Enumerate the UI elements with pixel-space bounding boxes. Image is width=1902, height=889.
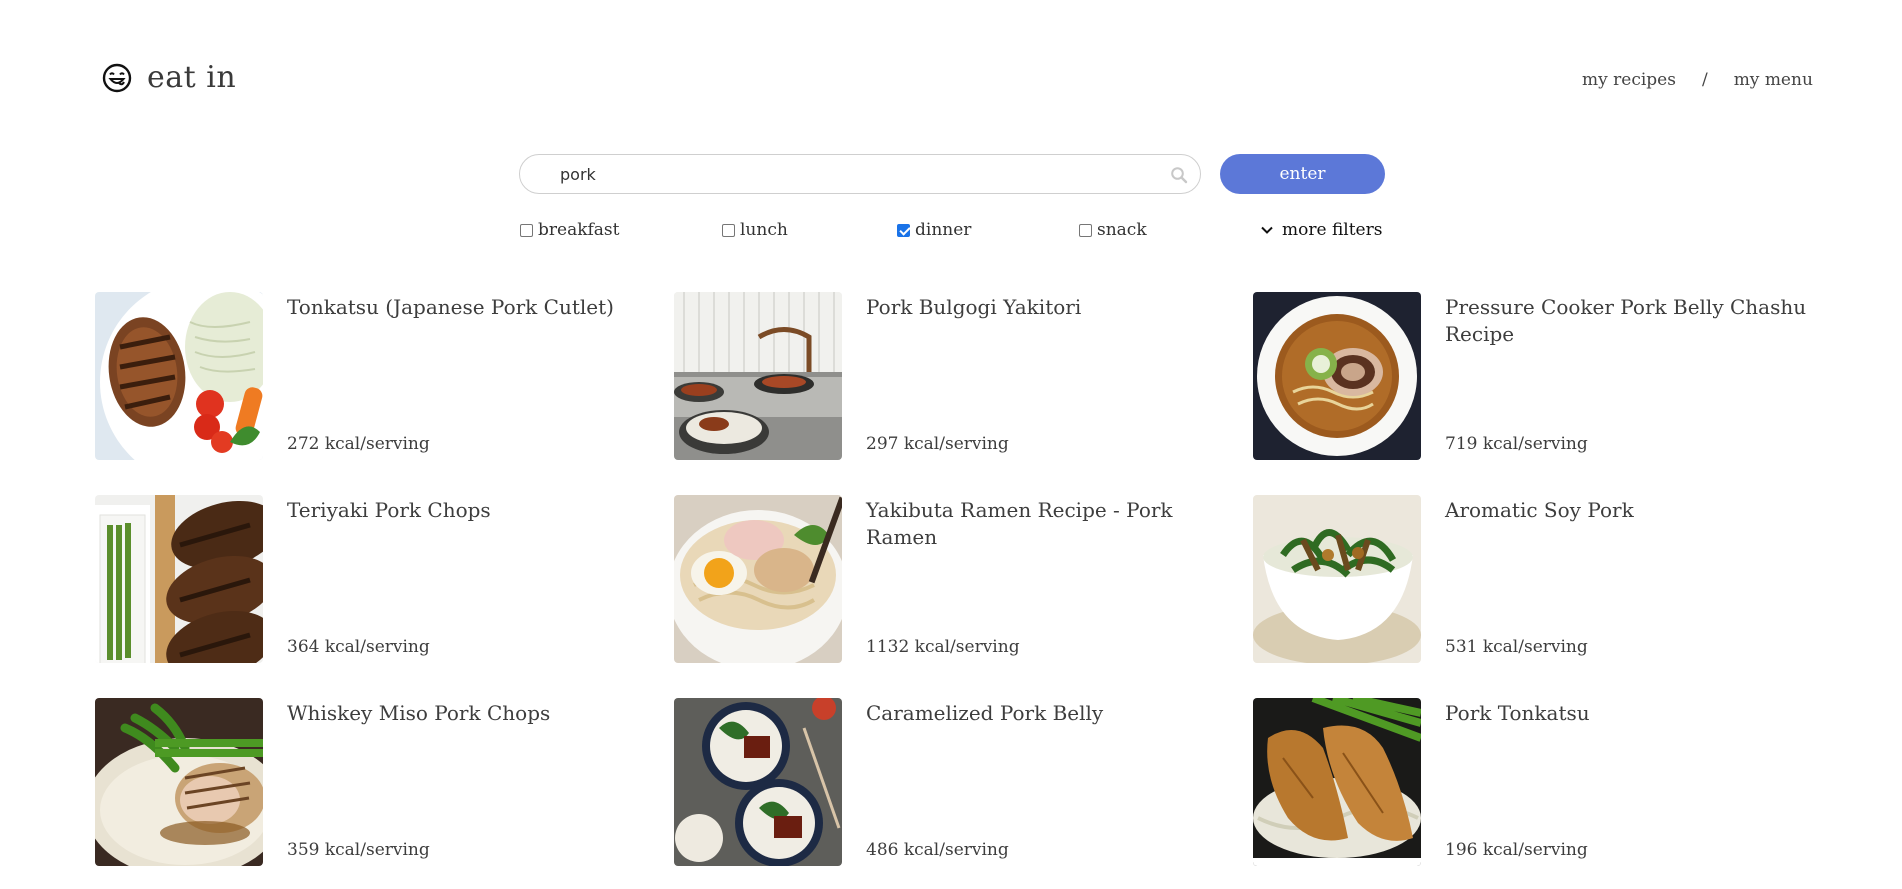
- tonkatsu-plate-image[interactable]: [95, 292, 263, 460]
- recipe-card[interactable]: Tonkatsu (Japanese Pork Cutlet) 272 kcal…: [95, 292, 655, 460]
- recipe-kcal: 272 kcal/serving: [287, 434, 430, 454]
- pork-chops-image[interactable]: [95, 495, 263, 663]
- lunch-checkbox[interactable]: [722, 223, 735, 237]
- dinner-checkbox[interactable]: [897, 223, 910, 237]
- recipe-card[interactable]: Aromatic Soy Pork 531 kcal/serving: [1253, 495, 1813, 663]
- recipe-card[interactable]: Pork Bulgogi Yakitori 297 kcal/serving: [674, 292, 1234, 460]
- recipe-kcal: 1132 kcal/serving: [866, 637, 1020, 657]
- lunch-label: lunch: [740, 220, 788, 240]
- top-nav: my recipes / my menu: [1582, 70, 1813, 90]
- app-name: eat in: [147, 60, 237, 95]
- ramen-bowl-image[interactable]: [1253, 292, 1421, 460]
- filter-dinner[interactable]: dinner: [897, 220, 971, 240]
- soy-pork-bowl-image[interactable]: [1253, 495, 1421, 663]
- egg-ramen-image[interactable]: [674, 495, 842, 663]
- recipe-kcal: 531 kcal/serving: [1445, 637, 1588, 657]
- pork-belly-bowls-image[interactable]: [674, 698, 842, 866]
- enter-button[interactable]: enter: [1220, 154, 1385, 194]
- recipe-card[interactable]: Pressure Cooker Pork Belly Chashu Recipe…: [1253, 292, 1813, 460]
- recipe-card[interactable]: Whiskey Miso Pork Chops 359 kcal/serving: [95, 698, 655, 866]
- recipe-kcal: 359 kcal/serving: [287, 840, 430, 860]
- recipe-kcal: 719 kcal/serving: [1445, 434, 1588, 454]
- more-filters-label: more filters: [1282, 220, 1383, 240]
- nav-separator: /: [1701, 70, 1708, 90]
- recipe-title[interactable]: Caramelized Pork Belly: [866, 700, 1236, 727]
- fried-cutlet-image[interactable]: [1253, 698, 1421, 866]
- chevron-down-icon: [1261, 226, 1273, 234]
- recipe-kcal: 297 kcal/serving: [866, 434, 1009, 454]
- smiley-face-icon: [102, 63, 132, 92]
- header: eat in my recipes / my menu: [0, 0, 1902, 140]
- more-filters-toggle[interactable]: more filters: [1260, 220, 1382, 240]
- search-input[interactable]: [560, 155, 1150, 193]
- dinner-label: dinner: [915, 220, 972, 240]
- recipe-kcal: 364 kcal/serving: [287, 637, 430, 657]
- breakfast-checkbox[interactable]: [520, 223, 533, 237]
- recipe-kcal: 486 kcal/serving: [866, 840, 1009, 860]
- filter-snack[interactable]: snack: [1079, 220, 1147, 240]
- recipe-title[interactable]: Yakibuta Ramen Recipe - Pork Ramen: [866, 497, 1236, 551]
- recipe-kcal: 196 kcal/serving: [1445, 840, 1588, 860]
- recipe-card[interactable]: Yakibuta Ramen Recipe - Pork Ramen 1132 …: [674, 495, 1234, 663]
- recipe-title[interactable]: Pork Bulgogi Yakitori: [866, 294, 1236, 321]
- filter-lunch[interactable]: lunch: [722, 220, 788, 240]
- my-recipes-link[interactable]: my recipes: [1582, 70, 1676, 90]
- recipe-card[interactable]: Teriyaki Pork Chops 364 kcal/serving: [95, 495, 655, 663]
- miso-chop-image[interactable]: [95, 698, 263, 866]
- logo[interactable]: eat in: [101, 60, 236, 95]
- recipe-title[interactable]: Tonkatsu (Japanese Pork Cutlet): [287, 294, 657, 321]
- recipe-card[interactable]: Pork Tonkatsu 196 kcal/serving: [1253, 698, 1813, 866]
- search-icon[interactable]: [1170, 166, 1188, 184]
- recipe-title[interactable]: Teriyaki Pork Chops: [287, 497, 657, 524]
- filter-breakfast[interactable]: breakfast: [520, 220, 620, 240]
- meal-filters: breakfast lunch dinner snack more filter…: [0, 220, 1902, 244]
- recipe-card[interactable]: Caramelized Pork Belly 486 kcal/serving: [674, 698, 1234, 866]
- recipe-title[interactable]: Pork Tonkatsu: [1445, 700, 1815, 727]
- snack-label: snack: [1097, 220, 1147, 240]
- breakfast-label: breakfast: [538, 220, 620, 240]
- recipe-title[interactable]: Aromatic Soy Pork: [1445, 497, 1815, 524]
- my-menu-link[interactable]: my menu: [1734, 70, 1813, 90]
- recipe-title[interactable]: Whiskey Miso Pork Chops: [287, 700, 657, 727]
- search-bar: [519, 154, 1201, 194]
- snack-checkbox[interactable]: [1079, 223, 1092, 237]
- recipe-title[interactable]: Pressure Cooker Pork Belly Chashu Recipe: [1445, 294, 1815, 348]
- bulgogi-table-image[interactable]: [674, 292, 842, 460]
